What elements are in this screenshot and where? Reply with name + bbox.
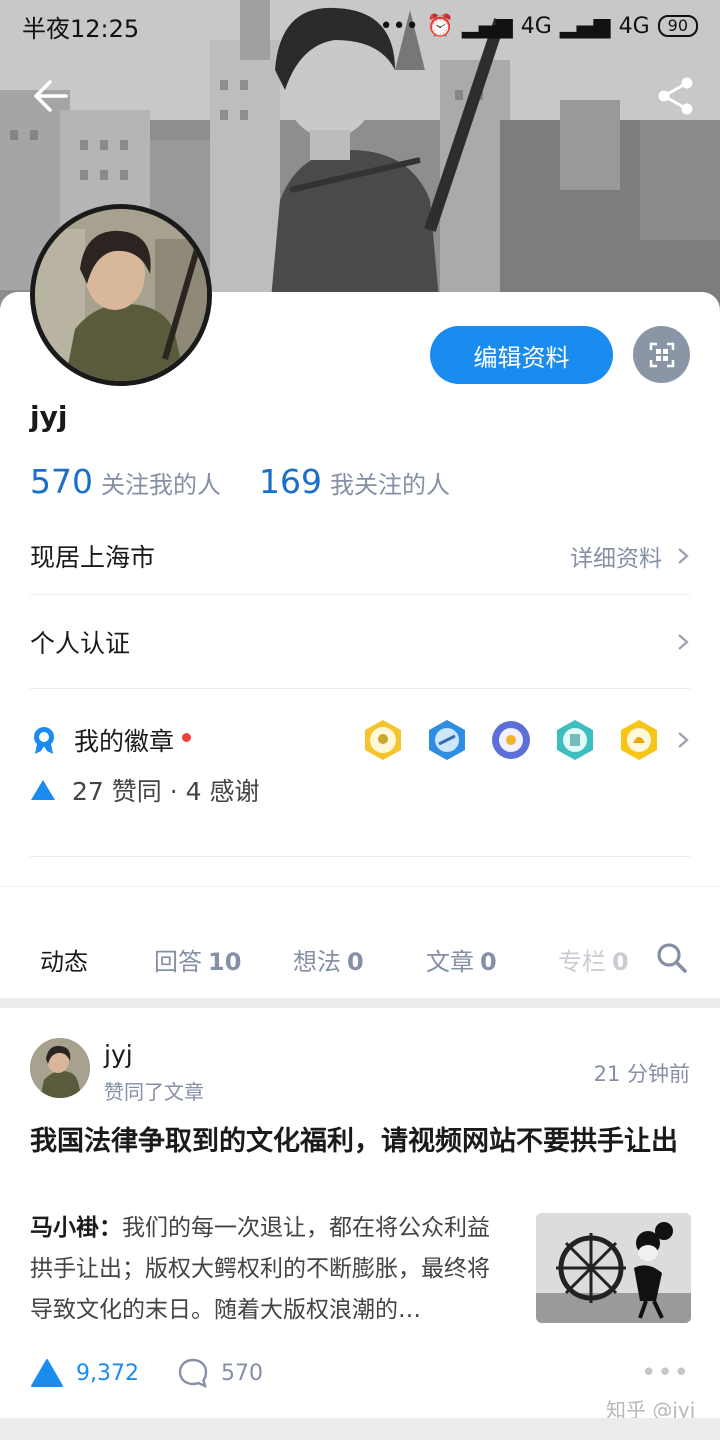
status-time: 半夜12:25: [22, 14, 140, 43]
likes-thanks-text: 27 赞同 · 4 感谢: [72, 777, 260, 806]
username: jyj: [30, 400, 68, 433]
comment-bubble-icon: [178, 1358, 208, 1389]
tab-answers-label: 回答: [154, 948, 202, 976]
feed-action: 赞同了文章: [104, 1080, 204, 1104]
qr-code-button[interactable]: [633, 326, 690, 383]
chevron-right-icon: [678, 634, 689, 650]
alarm-icon: ⏰: [426, 13, 455, 39]
upvote-button[interactable]: 9,372: [30, 1358, 139, 1388]
verification-row[interactable]: 个人认证: [30, 622, 690, 662]
more-dots-status-icon: •••: [379, 13, 419, 39]
likes-thanks-row: 27 赞同 · 4 感谢: [30, 772, 259, 808]
upvote-count: 9,372: [76, 1360, 139, 1386]
signal-1-icon: ▂▄▆: [462, 13, 513, 39]
section-gap: [0, 886, 720, 887]
following-label[interactable]: 我关注的人: [330, 465, 450, 500]
signal-2-icon: ▂▄▆: [559, 13, 611, 39]
feed-username[interactable]: jyj: [104, 1040, 133, 1069]
tab-thoughts-count: 0: [347, 948, 364, 976]
qr-scan-icon: [649, 342, 674, 367]
followers-count[interactable]: 570: [30, 462, 93, 501]
badge-ribbon-icon: [34, 727, 54, 754]
notification-dot: [182, 732, 192, 742]
tab-articles[interactable]: 文章 0: [426, 942, 497, 977]
tab-columns[interactable]: 专栏 0: [558, 942, 629, 977]
details-link[interactable]: 详细资料: [570, 539, 662, 573]
comments-count: 570: [220, 1360, 263, 1386]
upvote-icon: [31, 780, 55, 800]
avatar-image: [35, 209, 207, 381]
badge-purple-icon: [492, 721, 530, 759]
divider: [30, 688, 690, 689]
bottom-separator: [0, 1418, 720, 1440]
search-icon[interactable]: [656, 942, 688, 974]
avatar[interactable]: [30, 204, 212, 386]
badges-row[interactable]: 我的徽章: [30, 718, 690, 762]
network-2-label: 4G: [618, 13, 650, 39]
follow-stats: 570 关注我的人 169 我关注的人: [30, 462, 488, 501]
feed-thumbnail[interactable]: [536, 1213, 691, 1323]
tab-articles-count: 0: [480, 948, 497, 976]
feed-avatar-image: [30, 1038, 90, 1098]
tab-thoughts-label: 想法: [293, 948, 341, 976]
badge-teal-icon: [557, 720, 593, 760]
steamboat-thumbnail-image: [536, 1213, 691, 1323]
badge-yellow-icon: [621, 720, 657, 760]
profile-tabs: 动态 回答 10 想法 0 文章 0 专栏 0: [0, 930, 720, 988]
tab-columns-count: 0: [612, 948, 629, 976]
tab-answers-count: 10: [208, 948, 242, 976]
badge-blue-icon: [429, 720, 465, 760]
battery-icon: 90: [657, 15, 698, 37]
feed-timestamp: 21 分钟前: [593, 1062, 690, 1086]
location-row[interactable]: 现居上海市 详细资料: [30, 536, 690, 576]
feed-excerpt-author: 马小褂：: [30, 1215, 122, 1241]
network-1-label: 4G: [520, 13, 552, 39]
feed-actions: 9,372 570 •••: [30, 1350, 690, 1396]
feed-avatar[interactable]: [30, 1038, 90, 1098]
back-arrow-icon[interactable]: [30, 78, 70, 114]
tab-articles-label: 文章: [426, 948, 474, 976]
share-icon[interactable]: [654, 74, 698, 118]
tab-thoughts[interactable]: 想法 0: [293, 942, 364, 977]
status-bar: 半夜12:25 ••• ⏰ ▂▄▆ 4G ▂▄▆ 4G 90: [0, 0, 720, 52]
badge-list: [362, 719, 660, 761]
divider: [30, 856, 690, 857]
upvote-triangle-icon: [31, 1359, 63, 1387]
more-options-icon[interactable]: •••: [641, 1358, 690, 1388]
chevron-right-icon: [678, 548, 689, 564]
following-count[interactable]: 169: [259, 462, 322, 501]
badges-label: 我的徽章: [74, 727, 175, 756]
badge-gold-icon: [365, 720, 401, 760]
feed-excerpt[interactable]: 马小褂：我们的每一次退让，都在将公众利益拱手让出；版权大鳄权利的不断膨胀，最终将…: [30, 1208, 506, 1331]
verification-label: 个人认证: [30, 629, 131, 658]
divider: [30, 594, 690, 595]
tab-columns-label: 专栏: [558, 948, 606, 976]
section-separator: [0, 998, 720, 1008]
status-icons: ••• ⏰ ▂▄▆ 4G ▂▄▆ 4G 90: [380, 14, 698, 39]
feed-article-title[interactable]: 我国法律争取到的文化福利，请视频网站不要拱手让出: [30, 1118, 690, 1166]
comments-button[interactable]: 570: [177, 1357, 263, 1389]
tab-activity-label: 动态: [40, 948, 88, 976]
location-text: 现居上海市: [30, 543, 156, 572]
followers-label[interactable]: 关注我的人: [101, 465, 221, 500]
tab-answers[interactable]: 回答 10: [154, 942, 241, 977]
edit-profile-button[interactable]: 编辑资料: [430, 326, 613, 384]
chevron-right-icon: [678, 732, 689, 748]
tab-activity[interactable]: 动态: [40, 942, 88, 977]
